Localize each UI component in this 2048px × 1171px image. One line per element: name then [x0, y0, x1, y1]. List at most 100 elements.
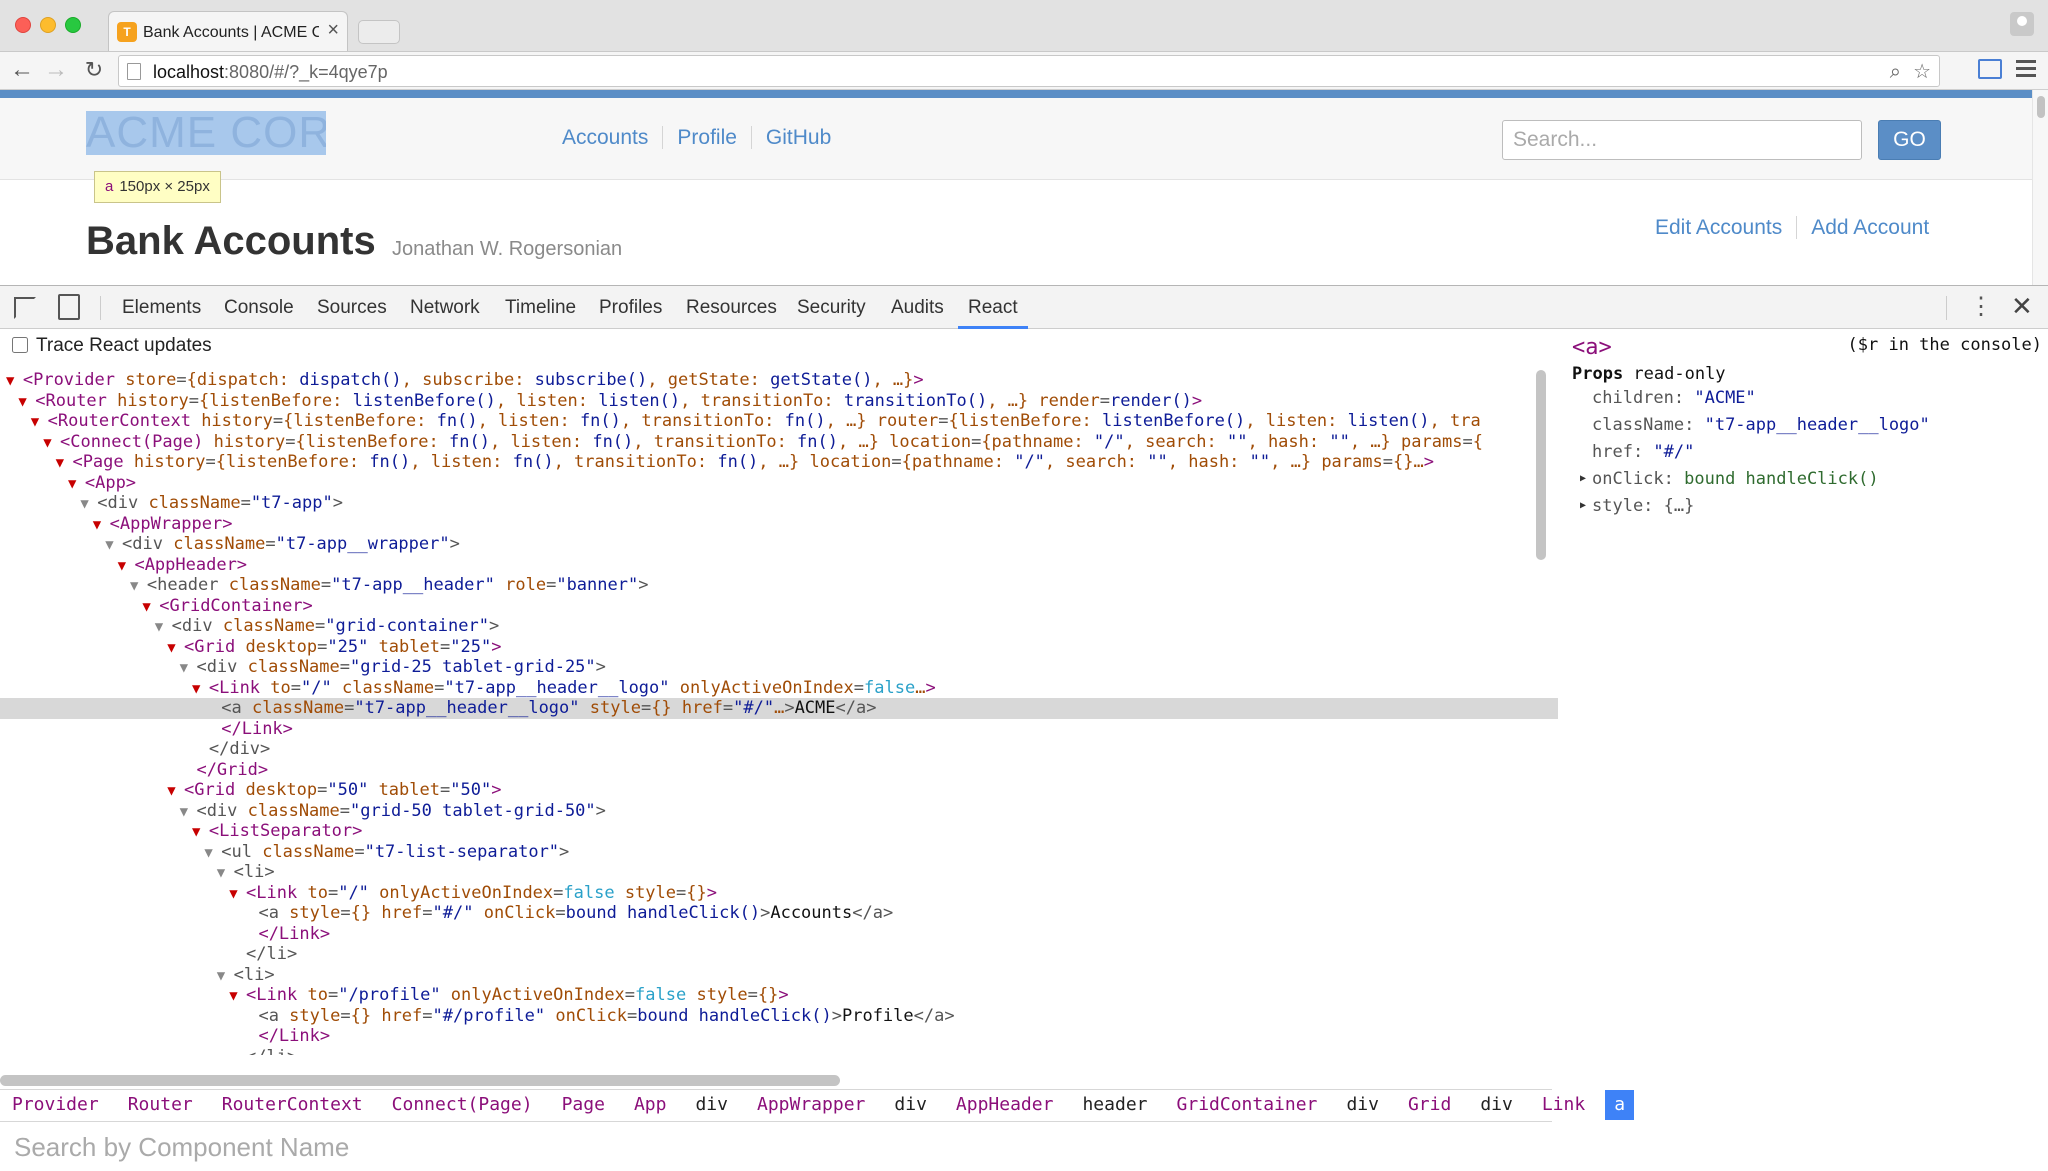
tree-node[interactable]: ▼ <div className="t7-app"> — [0, 493, 1558, 514]
expand-arrow-icon[interactable]: ▶ — [1580, 500, 1586, 511]
expand-arrow-icon[interactable]: ▼ — [105, 537, 122, 553]
expand-arrow-icon[interactable]: ▼ — [43, 435, 60, 451]
expand-arrow-icon[interactable]: ▼ — [229, 886, 246, 902]
expand-arrow-icon[interactable]: ▼ — [31, 414, 48, 430]
more-options-icon[interactable]: ⋮ — [1969, 294, 1993, 320]
breadcrumb-item[interactable]: div — [695, 1090, 728, 1120]
maximize-window-icon[interactable] — [65, 17, 81, 33]
trace-react-updates-checkbox[interactable] — [12, 337, 28, 353]
tree-vertical-scrollbar[interactable] — [1536, 370, 1546, 560]
expand-arrow-icon[interactable]: ▼ — [155, 619, 172, 635]
tree-node[interactable]: </li> — [0, 944, 1558, 965]
tab-react[interactable]: React — [958, 286, 1028, 329]
expand-arrow-icon[interactable]: ▼ — [68, 476, 85, 492]
tree-node[interactable]: </Link> — [0, 1026, 1558, 1047]
tab-resources[interactable]: Resources — [686, 286, 777, 329]
breadcrumb-item[interactable]: Grid — [1408, 1090, 1451, 1120]
trace-react-updates[interactable]: Trace React updates — [12, 335, 212, 357]
back-arrow-icon[interactable]: ← — [8, 56, 36, 84]
browser-tab[interactable]: T Bank Accounts | ACME Cor × — [108, 11, 348, 51]
cast-icon[interactable] — [1978, 59, 2002, 79]
tree-node[interactable]: ▼ <App> — [0, 473, 1558, 494]
tree-node[interactable]: ▼ <Link to="/profile" onlyActiveOnIndex=… — [0, 985, 1558, 1006]
tree-node[interactable]: </div> — [0, 739, 1558, 760]
tree-node[interactable]: ▼ <Grid desktop="50" tablet="50"> — [0, 780, 1558, 801]
tab-sources[interactable]: Sources — [317, 286, 387, 329]
expand-arrow-icon[interactable]: ▼ — [93, 517, 110, 533]
site-search-input[interactable] — [1502, 120, 1862, 160]
tab-console[interactable]: Console — [224, 286, 294, 329]
tree-node[interactable]: ▼ <Link to="/" className="t7-app__header… — [0, 678, 1558, 699]
tree-node[interactable]: </li> — [0, 1047, 1558, 1056]
page-scrollbar[interactable] — [2032, 90, 2048, 285]
tree-node[interactable]: ▼ <li> — [0, 862, 1558, 883]
expand-arrow-icon[interactable]: ▼ — [118, 558, 135, 574]
breadcrumb-item[interactable]: Router — [128, 1090, 193, 1120]
browser-menu-icon[interactable] — [2016, 60, 2036, 81]
page-scrollbar-thumb[interactable] — [2037, 96, 2045, 118]
tree-node[interactable]: <a style={} href="#/profile" onClick=bou… — [0, 1006, 1558, 1027]
new-tab-button[interactable] — [358, 20, 400, 44]
tree-node[interactable]: ▼ <ListSeparator> — [0, 821, 1558, 842]
tree-node[interactable]: ▼ <Connect(Page) history={listenBefore: … — [0, 432, 1558, 453]
tree-node[interactable]: ▼ <Grid desktop="25" tablet="25"> — [0, 637, 1558, 658]
tree-node[interactable]: <a style={} href="#/" onClick=bound hand… — [0, 903, 1558, 924]
tree-node[interactable]: ▼ <div className="grid-25 tablet-grid-25… — [0, 657, 1558, 678]
breadcrumb-item[interactable]: Page — [562, 1090, 605, 1120]
expand-arrow-icon[interactable]: ▼ — [180, 660, 197, 676]
breadcrumb-item[interactable]: div — [1346, 1090, 1379, 1120]
reload-icon[interactable]: ↻ — [80, 56, 108, 84]
expand-arrow-icon[interactable]: ▼ — [80, 496, 97, 512]
breadcrumb-item[interactable]: header — [1082, 1090, 1147, 1120]
breadcrumb-item[interactable]: AppHeader — [956, 1090, 1054, 1120]
tree-node[interactable]: ▼ <AppHeader> — [0, 555, 1558, 576]
zoom-icon[interactable]: ⌕ — [1890, 60, 1901, 84]
tab-timeline[interactable]: Timeline — [505, 286, 576, 329]
prop-row[interactable]: href: "#/" — [1592, 442, 1694, 462]
edit-accounts-link[interactable]: Edit Accounts — [1641, 216, 1796, 239]
expand-arrow-icon[interactable]: ▼ — [167, 640, 184, 656]
prop-row[interactable]: children: "ACME" — [1592, 388, 1756, 408]
tab-audits[interactable]: Audits — [891, 286, 944, 329]
device-mode-icon[interactable] — [58, 294, 80, 320]
tree-node[interactable]: ▼ <header className="t7-app__header" rol… — [0, 575, 1558, 596]
tree-node[interactable]: ▼ <AppWrapper> — [0, 514, 1558, 535]
expand-arrow-icon[interactable]: ▼ — [204, 845, 221, 861]
tree-node[interactable]: ▼ <Provider store={dispatch: dispatch(),… — [0, 370, 1558, 391]
breadcrumb-item[interactable]: Provider — [12, 1090, 99, 1120]
expand-arrow-icon[interactable]: ▼ — [18, 394, 35, 410]
go-button[interactable]: GO — [1878, 120, 1941, 160]
tree-node[interactable]: ▼ <div className="grid-50 tablet-grid-50… — [0, 801, 1558, 822]
tab-security[interactable]: Security — [797, 286, 866, 329]
tree-node[interactable]: ▼ <GridContainer> — [0, 596, 1558, 617]
tree-node[interactable]: ▼ <div className="grid-container"> — [0, 616, 1558, 637]
tree-node[interactable]: </Grid> — [0, 760, 1558, 781]
nav-profile-link[interactable]: Profile — [662, 126, 751, 149]
breadcrumb-item[interactable]: div — [1480, 1090, 1513, 1120]
breadcrumb-item[interactable]: Connect(Page) — [392, 1090, 533, 1120]
breadcrumb-item[interactable]: div — [894, 1090, 927, 1120]
prop-row[interactable]: className: "t7-app__header__logo" — [1592, 415, 1930, 435]
tree-node[interactable]: ▼ <ul className="t7-list-separator"> — [0, 842, 1558, 863]
site-logo[interactable]: ACME CORP — [86, 111, 326, 155]
tree-node-selected[interactable]: <a className="t7-app__header__logo" styl… — [0, 698, 1558, 719]
tab-profiles[interactable]: Profiles — [599, 286, 662, 329]
tab-close-icon[interactable]: × — [327, 20, 339, 40]
minimize-window-icon[interactable] — [40, 17, 56, 33]
tree-node[interactable]: ▼ <RouterContext history={listenBefore: … — [0, 411, 1558, 432]
close-devtools-icon[interactable]: ✕ — [2011, 292, 2033, 320]
breadcrumb-item[interactable]: GridContainer — [1177, 1090, 1318, 1120]
inspect-element-icon[interactable] — [14, 297, 36, 319]
profile-icon[interactable] — [2010, 12, 2034, 36]
add-account-link[interactable]: Add Account — [1796, 216, 1944, 239]
expand-arrow-icon[interactable]: ▼ — [167, 783, 184, 799]
tree-node[interactable]: ▼ <Page history={listenBefore: fn(), lis… — [0, 452, 1558, 473]
address-bar[interactable]: localhost:8080/#/?_k=4qye7p ⌕ ☆ — [118, 55, 1940, 87]
tab-elements[interactable]: Elements — [122, 286, 201, 329]
search-by-component-name-input[interactable]: Search by Component Name — [14, 1132, 349, 1163]
tree-node[interactable]: ▼ <li> — [0, 965, 1558, 986]
tree-node[interactable]: ▼ <div className="t7-app__wrapper"> — [0, 534, 1558, 555]
nav-accounts-link[interactable]: Accounts — [548, 126, 662, 149]
tree-node[interactable]: </Link> — [0, 924, 1558, 945]
nav-github-link[interactable]: GitHub — [750, 126, 846, 149]
